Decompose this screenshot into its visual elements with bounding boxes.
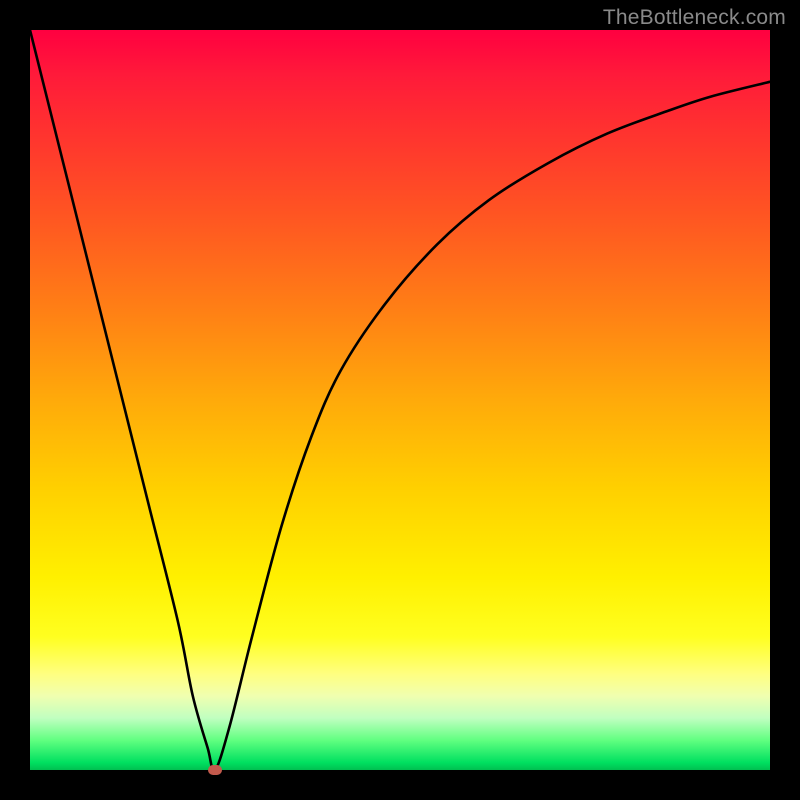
watermark-text: TheBottleneck.com: [603, 6, 786, 30]
plot-area: [30, 30, 770, 770]
min-point-marker: [208, 765, 222, 775]
chart-frame: TheBottleneck.com: [0, 0, 800, 800]
bottleneck-curve: [30, 30, 770, 770]
